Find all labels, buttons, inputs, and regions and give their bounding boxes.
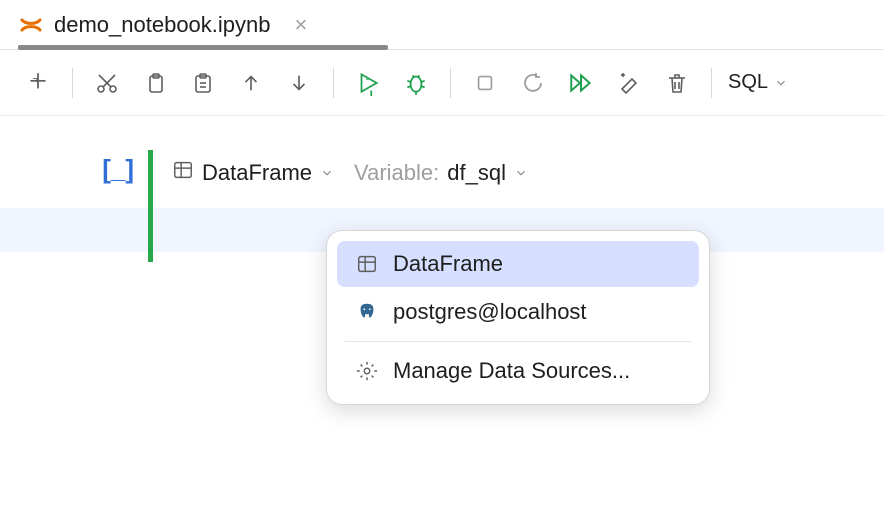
restart-button[interactable] <box>515 65 551 101</box>
chevron-down-icon <box>774 76 788 90</box>
chevron-down-icon <box>514 160 528 186</box>
dropdown-separator <box>345 341 691 342</box>
debug-button[interactable] <box>398 65 434 101</box>
cell-type-selector[interactable]: SQL <box>728 71 788 94</box>
move-down-button[interactable] <box>281 65 317 101</box>
dropdown-item-manage[interactable]: Manage Data Sources... <box>337 348 699 394</box>
run-all-button[interactable] <box>563 65 599 101</box>
gear-icon <box>355 360 379 382</box>
toolbar-separator <box>72 68 73 98</box>
dropdown-item-postgres[interactable]: postgres@localhost <box>337 289 699 335</box>
delete-button[interactable] <box>659 65 695 101</box>
variable-label: Variable: <box>354 160 439 186</box>
toolbar-separator <box>450 68 451 98</box>
move-up-button[interactable] <box>233 65 269 101</box>
dropdown-item-label: Manage Data Sources... <box>393 358 630 384</box>
dropdown-item-label: DataFrame <box>393 251 503 277</box>
toolbar: SQL <box>0 50 884 116</box>
data-source-selector[interactable]: DataFrame <box>172 159 334 187</box>
cell-type-label: SQL <box>728 71 768 94</box>
add-cell-button[interactable] <box>20 65 56 101</box>
interrupt-button[interactable] <box>467 65 503 101</box>
data-source-dropdown: DataFrame postgres@localhost <box>326 230 710 405</box>
paste-button[interactable] <box>185 65 221 101</box>
close-icon[interactable]: × <box>295 14 308 36</box>
table-icon <box>172 159 194 187</box>
toolbar-separator <box>711 68 712 98</box>
file-tab-label: demo_notebook.ipynb <box>54 12 271 38</box>
chevron-down-icon <box>320 160 334 186</box>
cell-execution-indicator: [_] <box>102 150 134 196</box>
dropdown-item-label: postgres@localhost <box>393 299 587 325</box>
cell-header: DataFrame Variable: df_sql <box>172 150 884 196</box>
toolbar-separator <box>333 68 334 98</box>
file-tab[interactable]: demo_notebook.ipynb × <box>18 12 307 38</box>
run-cell-button[interactable] <box>350 65 386 101</box>
dropdown-item-dataframe[interactable]: DataFrame <box>337 241 699 287</box>
clear-outputs-button[interactable] <box>611 65 647 101</box>
variable-selector[interactable]: Variable: df_sql <box>354 160 528 186</box>
editor-area: [_] 1 DataFrame Variable: <box>0 116 884 252</box>
postgres-icon <box>355 301 379 323</box>
table-icon <box>355 253 379 275</box>
cut-button[interactable] <box>89 65 125 101</box>
cell-run-bar[interactable] <box>148 150 153 262</box>
jupyter-icon <box>18 12 44 38</box>
tab-bar: demo_notebook.ipynb × <box>0 0 884 50</box>
data-source-label: DataFrame <box>202 160 312 186</box>
copy-button[interactable] <box>137 65 173 101</box>
variable-name: df_sql <box>447 160 506 186</box>
tab-active-indicator <box>18 45 388 50</box>
